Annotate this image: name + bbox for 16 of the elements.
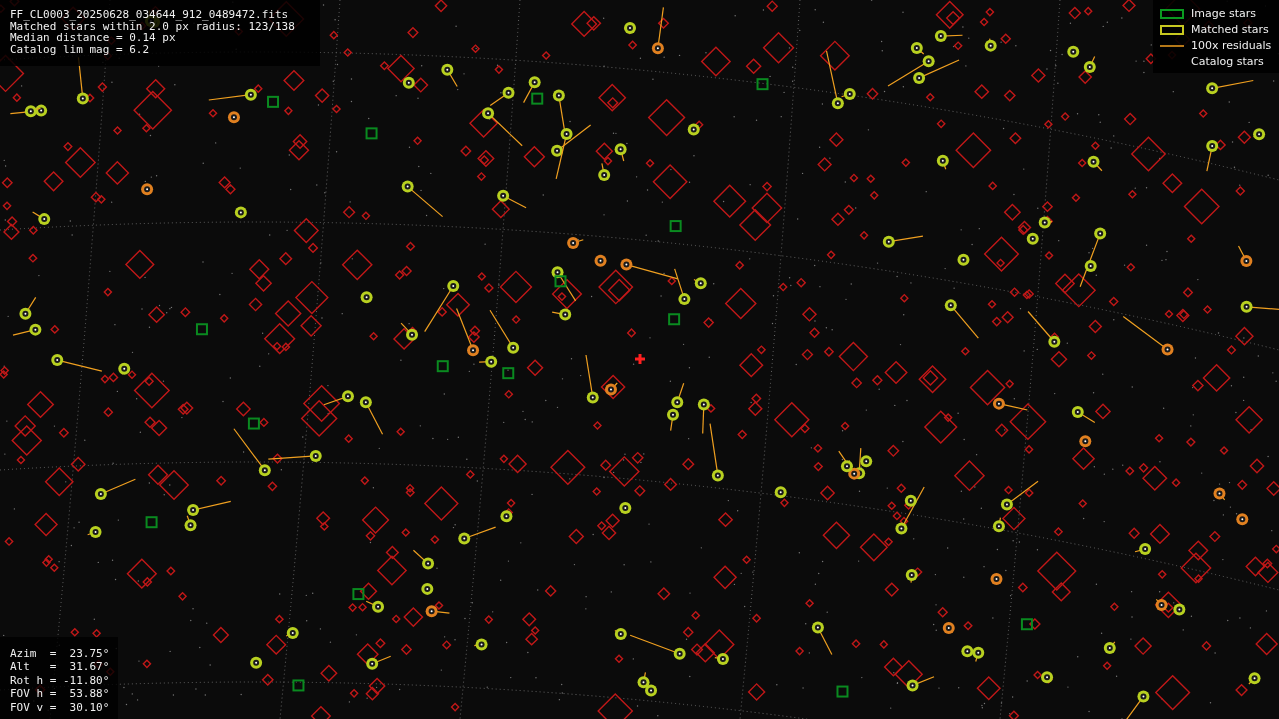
legend-label: Matched stars	[1191, 23, 1269, 36]
info-text: FF_CL0003_20250628_034644_912_0489472.fits	[10, 9, 290, 21]
info-text: Matched stars within 2.0 px radius: 123/138	[10, 20, 296, 32]
legend-label: Image stars	[1191, 7, 1256, 20]
pointing-text: Rot h = -11.80°	[10, 674, 108, 686]
legend-label: Catalog stars	[1191, 55, 1264, 68]
image-star-square-icon	[1160, 8, 1184, 19]
pointing-text: Azim = 23.75°	[10, 647, 108, 659]
matched-square-icon	[1160, 24, 1184, 35]
info-text: Median distance = 0.14 px	[10, 32, 176, 44]
pointing-text: FOV h = 53.88°	[10, 688, 108, 700]
pointing-text: Alt = 31.67°	[10, 661, 108, 673]
pointing-text: FOV v = 30.10°	[10, 701, 108, 713]
residual-line-icon	[1160, 44, 1184, 47]
info-text: Catalog lim mag = 6.2	[10, 43, 151, 55]
legend-label: 100x residuals	[1191, 39, 1272, 52]
